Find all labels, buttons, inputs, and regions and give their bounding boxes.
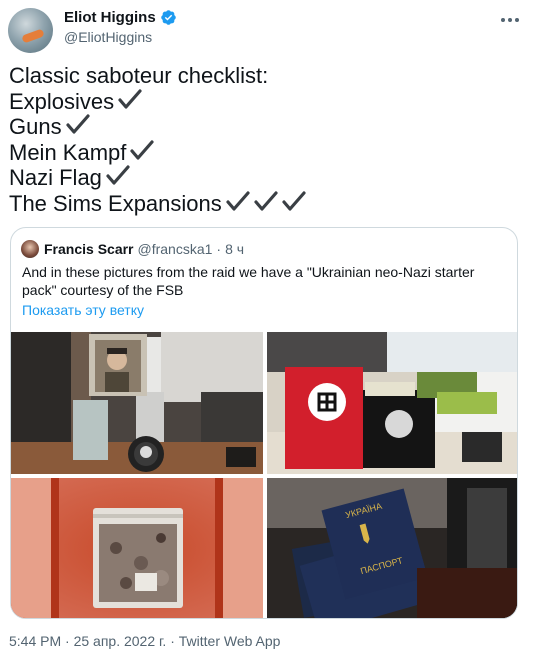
tweet-line-text: The Sims Expansions xyxy=(9,190,222,216)
tweet-line-text: Mein Kampf xyxy=(9,139,127,165)
author-display-name[interactable]: Eliot Higgins xyxy=(64,9,156,26)
check-group xyxy=(126,139,154,167)
check-group xyxy=(62,113,90,141)
author-name-row: Eliot Higgins xyxy=(64,9,177,26)
tweet-line-text: Nazi Flag xyxy=(9,165,102,191)
author-avatar[interactable] xyxy=(8,8,53,53)
tweet-footer: 5:44 PM · 25 апр. 2022 г. · Twitter Web … xyxy=(9,633,280,649)
quoted-author-handle: @francska1 xyxy=(137,241,213,257)
tweet-line-text: Guns xyxy=(9,114,62,140)
tweet-source[interactable]: Twitter Web App xyxy=(179,633,281,649)
tweet-line-text: Classic saboteur checklist: xyxy=(9,63,269,88)
photo-passports[interactable]: УКРАЇНА ПАСПОРТ xyxy=(267,478,517,618)
tweet-date[interactable]: 25 апр. 2022 г. xyxy=(74,633,167,649)
check-group xyxy=(114,88,142,116)
quoted-tweet-header: Francis Scarr @francska1 · 8 ч xyxy=(21,240,244,258)
tweet-line: Explosives xyxy=(9,89,519,115)
heavy-check-mark-icon xyxy=(65,113,90,135)
quoted-tweet-text: And in these pictures from the raid we h… xyxy=(22,264,475,298)
show-thread-link[interactable]: Показать эту ветку xyxy=(22,302,144,318)
tweet-line: Classic saboteur checklist: xyxy=(9,63,519,89)
heavy-check-mark-icon xyxy=(118,88,142,110)
tweet-line: Nazi Flag xyxy=(9,165,519,191)
media-grid: УКРАЇНА ПАСПОРТ xyxy=(11,332,517,618)
tweet-line: The Sims Expansions xyxy=(9,191,519,217)
heavy-check-mark-icon xyxy=(282,190,306,212)
photo-book-and-patch[interactable] xyxy=(11,332,263,474)
verified-badge-icon xyxy=(160,10,176,25)
quoted-separator: · xyxy=(216,241,222,257)
photo-bag[interactable] xyxy=(11,478,263,618)
quoted-tweet[interactable]: Francis Scarr @francska1 · 8 ч And in th… xyxy=(10,227,518,619)
quoted-author-name: Francis Scarr xyxy=(44,241,134,257)
check-group xyxy=(222,190,306,218)
heavy-check-mark-icon xyxy=(226,190,250,212)
tweet-time[interactable]: 5:44 PM xyxy=(9,633,61,649)
heavy-check-mark-icon xyxy=(106,164,130,186)
tweet-text: Classic saboteur checklist: Explosives G… xyxy=(9,63,519,217)
footer-separator: · xyxy=(65,633,70,649)
photo-flag-and-shirts[interactable] xyxy=(267,332,517,474)
heavy-check-mark-icon xyxy=(254,190,278,212)
check-group xyxy=(102,164,130,192)
footer-separator: · xyxy=(170,633,175,649)
quoted-time: 8 ч xyxy=(225,241,245,257)
heavy-check-mark-icon xyxy=(130,139,154,161)
tweet-line-text: Explosives xyxy=(9,88,115,114)
tweet-header: Eliot Higgins @EliotHiggins xyxy=(8,6,527,56)
quoted-author-avatar xyxy=(21,240,39,258)
tweet-line: Mein Kampf xyxy=(9,140,519,166)
tweet-line: Guns xyxy=(9,114,519,140)
author-handle[interactable]: @EliotHiggins xyxy=(64,29,152,45)
more-horizontal-icon[interactable] xyxy=(501,10,519,30)
